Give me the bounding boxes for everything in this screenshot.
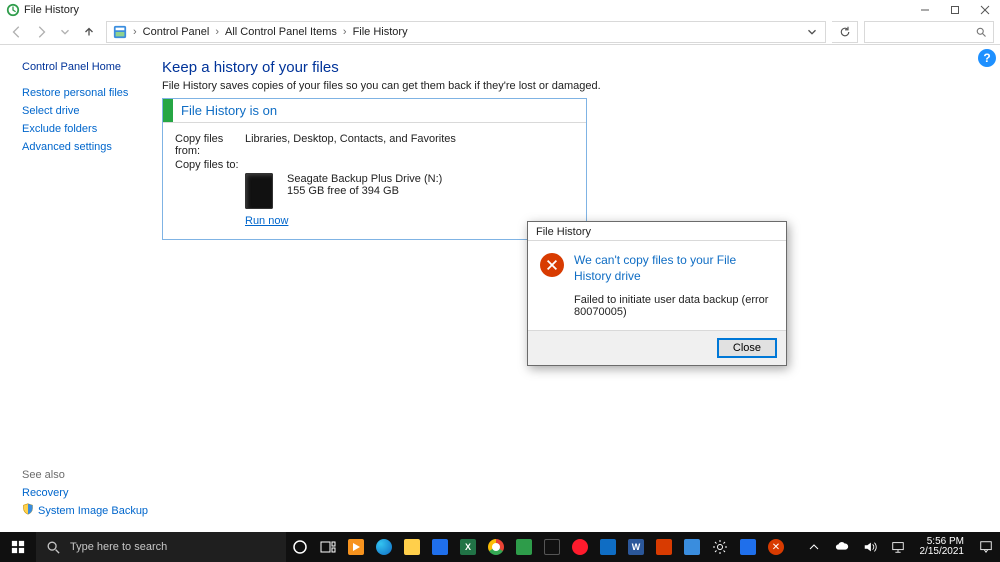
search-icon: [975, 26, 987, 38]
chevron-right-icon[interactable]: ›: [213, 26, 221, 38]
taskbar-app-monitor[interactable]: [734, 532, 762, 562]
status-banner-text: File History is on: [173, 99, 285, 122]
dialog-title: File History: [528, 222, 786, 240]
status-stripe: [163, 99, 173, 122]
taskbar-app-mail[interactable]: [594, 532, 622, 562]
back-button[interactable]: [6, 21, 28, 43]
tray-network-icon[interactable]: [884, 532, 912, 562]
copy-to-label: Copy files to:: [175, 159, 245, 171]
status-box: File History is on Copy files from: Libr…: [162, 98, 587, 240]
address-bar[interactable]: › Control Panel › All Control Panel Item…: [106, 21, 826, 43]
taskbar-clock[interactable]: 5:56 PM 2/15/2021: [912, 537, 973, 558]
help-icon[interactable]: ?: [978, 49, 996, 67]
chevron-right-icon[interactable]: ›: [341, 26, 349, 38]
taskbar-date: 2/15/2021: [920, 547, 965, 558]
up-button[interactable]: [78, 21, 100, 43]
close-button[interactable]: [970, 0, 1000, 19]
taskbar-app-store[interactable]: [426, 532, 454, 562]
taskbar-app-puzzle[interactable]: [510, 532, 538, 562]
taskbar-app-word[interactable]: W: [622, 532, 650, 562]
taskbar-app-media[interactable]: [342, 532, 370, 562]
start-button[interactable]: [0, 532, 36, 562]
search-box[interactable]: [864, 21, 994, 43]
minimize-button[interactable]: [910, 0, 940, 19]
taskbar-app-cmd[interactable]: [538, 532, 566, 562]
action-center-icon[interactable]: [972, 540, 1000, 554]
address-dropdown[interactable]: [801, 21, 823, 43]
sidebar-item-restore[interactable]: Restore personal files: [22, 87, 162, 99]
copy-from-label: Copy files from:: [175, 133, 245, 157]
taskbar-search[interactable]: Type here to search: [36, 532, 286, 562]
taskbar-app-calculator[interactable]: [678, 532, 706, 562]
breadcrumb-item[interactable]: Control Panel: [139, 22, 214, 42]
control-panel-icon: [109, 22, 131, 42]
refresh-button[interactable]: [832, 21, 858, 43]
shield-icon: [22, 503, 34, 518]
taskbar-app-explorer[interactable]: [398, 532, 426, 562]
taskbar-app-office[interactable]: [650, 532, 678, 562]
recent-dropdown[interactable]: [54, 21, 76, 43]
dialog-detail: Failed to initiate user data backup (err…: [528, 292, 786, 330]
chevron-right-icon[interactable]: ›: [131, 26, 139, 38]
taskbar-search-placeholder: Type here to search: [70, 541, 167, 553]
main-panel: ? Keep a history of your files File Hist…: [162, 45, 1000, 532]
navigation-bar: › Control Panel › All Control Panel Item…: [0, 19, 1000, 45]
window-titlebar: File History: [0, 0, 1000, 19]
sidebar: Control Panel Home Restore personal file…: [0, 45, 162, 532]
control-panel-home-link[interactable]: Control Panel Home: [22, 61, 162, 73]
see-also-system-image[interactable]: System Image Backup: [38, 505, 148, 517]
taskbar-app-opera[interactable]: [566, 532, 594, 562]
sidebar-item-exclude[interactable]: Exclude folders: [22, 123, 162, 135]
breadcrumb-item[interactable]: File History: [349, 22, 412, 42]
taskbar: Type here to search X W ✕ 5:56 PM 2/15/2…: [0, 532, 1000, 562]
drive-name: Seagate Backup Plus Drive (N:): [287, 173, 442, 185]
taskbar-app-settings[interactable]: [706, 532, 734, 562]
breadcrumb-item[interactable]: All Control Panel Items: [221, 22, 341, 42]
error-dialog: File History We can't copy files to your…: [527, 221, 787, 366]
dialog-message: We can't copy files to your File History…: [574, 253, 774, 284]
taskbar-app-error[interactable]: ✕: [762, 532, 790, 562]
drive-icon: [245, 173, 273, 209]
page-subheading: File History saves copies of your files …: [162, 80, 980, 92]
see-also-recovery[interactable]: Recovery: [22, 487, 68, 499]
window-title: File History: [24, 4, 79, 16]
page-heading: Keep a history of your files: [162, 59, 980, 76]
forward-button[interactable]: [30, 21, 52, 43]
tray-onedrive-icon[interactable]: [828, 532, 856, 562]
sidebar-item-select-drive[interactable]: Select drive: [22, 105, 162, 117]
taskbar-app-chrome[interactable]: [482, 532, 510, 562]
dialog-close-button[interactable]: Close: [718, 339, 776, 357]
tray-overflow-icon[interactable]: [800, 532, 828, 562]
see-also-header: See also: [22, 469, 152, 481]
copy-from-value: Libraries, Desktop, Contacts, and Favori…: [245, 133, 456, 157]
error-icon: [540, 253, 564, 277]
task-view-icon[interactable]: [314, 532, 342, 562]
file-history-icon: [6, 3, 20, 17]
tray-volume-icon[interactable]: [856, 532, 884, 562]
maximize-button[interactable]: [940, 0, 970, 19]
drive-free-space: 155 GB free of 394 GB: [287, 185, 442, 197]
search-icon: [46, 540, 60, 554]
taskbar-app-edge[interactable]: [370, 532, 398, 562]
run-now-link[interactable]: Run now: [245, 215, 574, 227]
taskbar-app-excel[interactable]: X: [454, 532, 482, 562]
cortana-icon[interactable]: [286, 532, 314, 562]
sidebar-item-advanced[interactable]: Advanced settings: [22, 141, 162, 153]
